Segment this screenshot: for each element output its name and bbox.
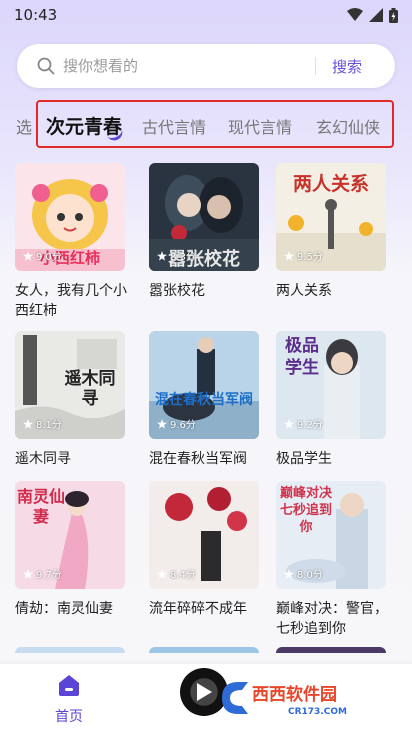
book-card-partial[interactable] bbox=[149, 647, 259, 653]
tab-highlight-box bbox=[36, 100, 394, 148]
star-icon bbox=[23, 568, 33, 579]
cover-title: 极品学生 bbox=[285, 336, 319, 378]
book-card[interactable]: 巅峰对决 七秒追到你 8.0分 巅峰对决：警官，七秒追到你 bbox=[276, 481, 388, 639]
book-title[interactable]: 两人关系 bbox=[276, 281, 388, 301]
rating-badge: 8.4分 bbox=[157, 566, 196, 581]
book-card[interactable]: 南灵仙妻 9.7分 倩劫：南灵仙妻 bbox=[15, 481, 125, 619]
search-icon bbox=[37, 56, 57, 76]
search-divider bbox=[315, 57, 316, 75]
book-cover[interactable]: 混在春秋当军阀 9.6分 bbox=[149, 331, 259, 439]
book-title[interactable]: 极品学生 bbox=[276, 449, 388, 469]
rating-value: 8.4分 bbox=[170, 570, 196, 581]
book-title[interactable]: 女人，我有几个小西红柿 bbox=[15, 281, 127, 321]
book-cover[interactable]: 两人关系 9.5分 bbox=[276, 163, 386, 271]
watermark-domain: CR173.COM bbox=[288, 707, 347, 717]
star-icon bbox=[157, 250, 167, 261]
cover-title: 混在春秋当军阀 bbox=[155, 392, 253, 408]
book-cover[interactable] bbox=[15, 647, 125, 653]
rating-value: 9.2分 bbox=[297, 420, 323, 431]
star-icon bbox=[157, 418, 167, 429]
nav-home[interactable]: 首页 bbox=[52, 672, 86, 726]
book-card[interactable]: 8.4分 流年碎碎不成年 bbox=[149, 481, 259, 619]
star-icon bbox=[23, 250, 33, 261]
battery-icon bbox=[389, 7, 398, 23]
watermark: 西西软件园 CR173.COM bbox=[222, 682, 347, 717]
book-title[interactable]: 遥木同寻 bbox=[15, 449, 127, 469]
rating-badge: 8.3分 bbox=[157, 248, 196, 263]
wifi-icon bbox=[347, 8, 363, 21]
book-cover[interactable]: 8.4分 bbox=[149, 481, 259, 589]
cover-title: 两人关系 bbox=[292, 173, 369, 195]
book-card[interactable]: 小西红柿 9.0分 女人，我有几个小西红柿 bbox=[15, 163, 127, 321]
play-icon bbox=[197, 683, 212, 701]
book-card[interactable]: 遥木同寻 8.1分 遥木同寻 bbox=[15, 331, 125, 469]
nav-home-label: 首页 bbox=[55, 709, 83, 725]
search-bar: 搜索 bbox=[17, 44, 395, 88]
book-card-partial[interactable] bbox=[276, 647, 386, 653]
cover-title: 巅峰对决 七秒追到你 bbox=[279, 486, 332, 535]
rating-badge: 9.0分 bbox=[23, 248, 62, 263]
book-cover[interactable]: 巅峰对决 七秒追到你 8.0分 bbox=[276, 481, 386, 589]
tab-partial[interactable]: 选 bbox=[16, 114, 32, 138]
rating-value: 9.5分 bbox=[297, 252, 323, 263]
book-cover[interactable]: 遥木同寻 8.1分 bbox=[15, 331, 125, 439]
star-icon bbox=[157, 568, 167, 579]
book-cover[interactable] bbox=[276, 647, 386, 653]
rating-badge: 8.1分 bbox=[23, 416, 62, 431]
search-input[interactable] bbox=[63, 57, 303, 75]
book-title[interactable]: 倩劫：南灵仙妻 bbox=[15, 599, 127, 619]
rating-badge: 9.6分 bbox=[157, 416, 196, 431]
rating-value: 9.6分 bbox=[170, 420, 196, 431]
rating-value: 8.1分 bbox=[36, 420, 62, 431]
book-title[interactable]: 嚣张校花 bbox=[149, 281, 261, 301]
book-title[interactable]: 巅峰对决：警官，七秒追到你 bbox=[276, 599, 388, 639]
home-icon bbox=[59, 675, 79, 696]
signal-icon bbox=[369, 8, 383, 22]
watermark-logo bbox=[222, 682, 248, 714]
cover-title: 遥木同寻 bbox=[64, 369, 116, 409]
status-bar: 10:43 bbox=[0, 0, 412, 30]
book-title[interactable]: 流年碎碎不成年 bbox=[149, 599, 261, 619]
book-cover[interactable]: 南灵仙妻 9.7分 bbox=[15, 481, 125, 589]
status-icons bbox=[347, 7, 398, 23]
book-card[interactable]: 混在春秋当军阀 9.6分 混在春秋当军阀 bbox=[149, 331, 259, 469]
book-cover[interactable]: 小西红柿 9.0分 bbox=[15, 163, 125, 271]
cover-title: 南灵仙妻 bbox=[17, 487, 66, 526]
book-card[interactable]: 两人关系 9.5分 两人关系 bbox=[276, 163, 386, 301]
rating-value: 9.0分 bbox=[36, 252, 62, 263]
watermark-brand: 西西软件园 bbox=[252, 684, 337, 705]
rating-badge: 9.2分 bbox=[284, 416, 323, 431]
star-icon bbox=[284, 250, 294, 261]
rating-badge: 8.0分 bbox=[284, 566, 323, 581]
search-button[interactable]: 搜索 bbox=[332, 56, 362, 77]
star-icon bbox=[23, 418, 33, 429]
rating-value: 9.7分 bbox=[36, 570, 62, 581]
star-icon bbox=[284, 418, 294, 429]
book-card-partial[interactable] bbox=[15, 647, 125, 653]
book-cover[interactable]: 嚣张校花 8.3分 bbox=[149, 163, 259, 271]
book-card[interactable]: 嚣张校花 8.3分 嚣张校花 bbox=[149, 163, 259, 301]
star-icon bbox=[284, 568, 294, 579]
rating-value: 8.3分 bbox=[170, 252, 196, 263]
status-time: 10:43 bbox=[14, 6, 58, 24]
rating-badge: 9.5分 bbox=[284, 248, 323, 263]
rating-badge: 9.7分 bbox=[23, 566, 62, 581]
book-cover[interactable] bbox=[149, 647, 259, 653]
rating-value: 8.0分 bbox=[297, 570, 323, 581]
book-title[interactable]: 混在春秋当军阀 bbox=[149, 449, 261, 469]
book-cover[interactable]: 极品学生 9.2分 bbox=[276, 331, 386, 439]
book-grid: 小西红柿 9.0分 女人，我有几个小西红柿 嚣张校花 8.3分 嚣张校花 两人关… bbox=[0, 163, 412, 653]
book-card[interactable]: 极品学生 9.2分 极品学生 bbox=[276, 331, 386, 469]
